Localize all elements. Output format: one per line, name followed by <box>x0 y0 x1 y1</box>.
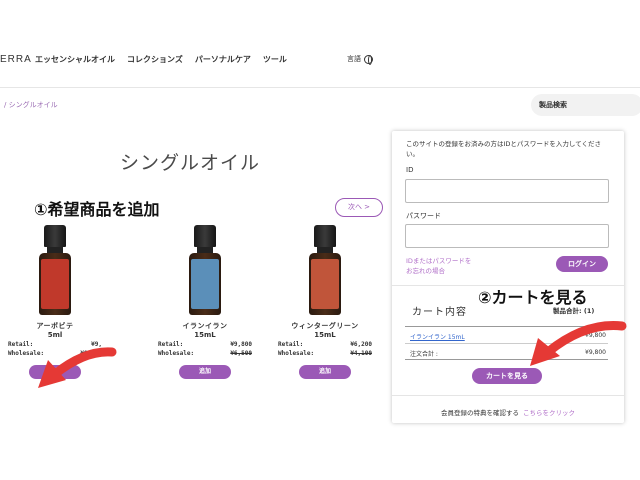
top-navigation-bar: ERRA エッセンシャルオイル コレクションズ パーソナルケア ツール 言語 <box>0 0 640 88</box>
add-to-cart-button[interactable]: 追加 <box>299 365 351 379</box>
product-card: ウィンターグリーン 15mL Retail: ¥6,200 Wholesale:… <box>270 225 380 379</box>
breadcrumb[interactable]: / シングルオイル <box>4 100 58 110</box>
product-name[interactable]: ウィンターグリーン <box>270 321 380 331</box>
login-instruction: このサイトの登録をお済みの方はIDとパスワードを入力してください。 <box>406 140 602 158</box>
next-button[interactable]: 次へ > <box>335 198 383 217</box>
product-image[interactable] <box>187 225 223 317</box>
main-nav: エッセンシャルオイル コレクションズ パーソナルケア ツール <box>35 54 287 65</box>
wholesale-label: Wholesale: <box>158 350 195 357</box>
forgot-line-2: お忘れの場合 <box>406 267 445 275</box>
product-size: 15mL <box>314 331 336 339</box>
id-input[interactable] <box>405 179 609 203</box>
member-benefits-text: 会員登録の特典を確認する <box>441 409 519 417</box>
globe-icon <box>364 54 373 65</box>
password-input[interactable] <box>405 224 609 248</box>
product-card: イランイラン 15mL Retail: ¥9,800 Wholesale: ¥6… <box>150 225 260 379</box>
cart-total-row: 注文合計 : ¥9,800 <box>410 349 606 358</box>
forgot-password-link[interactable]: IDまたはパスワードを お忘れの場合 <box>406 256 471 276</box>
retail-price-row: Retail: ¥9,800 <box>150 341 260 348</box>
product-size: 5ml <box>47 331 63 339</box>
password-label: パスワード <box>406 212 441 220</box>
member-benefits-link[interactable]: こちらをクリック <box>523 409 575 417</box>
add-to-cart-button[interactable]: 追加 <box>179 365 231 379</box>
retail-label: Retail: <box>8 341 34 348</box>
wholesale-price-row: Wholesale: ¥4,100 <box>270 350 380 357</box>
cart-item-link[interactable]: イランイラン 15mL <box>410 332 465 341</box>
product-name[interactable]: イランイラン <box>150 321 260 331</box>
view-cart-button[interactable]: カートを見る <box>472 368 542 384</box>
brand-logo[interactable]: ERRA <box>0 54 32 65</box>
wholesale-label: Wholesale: <box>8 350 45 357</box>
retail-label: Retail: <box>158 341 184 348</box>
cart-total-label: 注文合計 : <box>410 351 438 358</box>
step1-annotation: ①希望商品を追加 <box>34 200 160 219</box>
cart-total-price: ¥9,800 <box>585 349 606 356</box>
page-title: シングルオイル <box>120 152 261 174</box>
cart-item-price: ¥9,800 <box>585 332 606 339</box>
cart-item-row: イランイラン 15mL ¥9,800 <box>410 332 606 341</box>
login-cart-panel: このサイトの登録をお済みの方はIDとパスワードを入力してください。 ID パスワ… <box>392 131 624 423</box>
member-benefits-note: 会員登録の特典を確認する こちらをクリック <box>392 407 624 417</box>
wholesale-price: ¥4,100 <box>350 350 372 357</box>
wholesale-label: Wholesale: <box>278 350 315 357</box>
login-button[interactable]: ログイン <box>556 256 608 272</box>
nav-item-personal-care[interactable]: パーソナルケア <box>195 54 251 65</box>
retail-label: Retail: <box>278 341 304 348</box>
add-to-cart-button[interactable]: 追加 <box>29 365 81 379</box>
product-card: アーボビテ 5ml Retail: ¥9, Wholesale: ¥8,500 … <box>0 225 110 379</box>
product-name[interactable]: アーボビテ <box>0 321 110 331</box>
cart-title: カート内容 <box>412 307 467 318</box>
wholesale-price-row: Wholesale: ¥8,500 <box>0 350 110 357</box>
forgot-line-1: IDまたはパスワードを <box>406 257 472 265</box>
language-label: 言語 <box>347 55 361 63</box>
product-image[interactable] <box>307 225 343 317</box>
wholesale-price: ¥6,500 <box>230 350 252 357</box>
divider <box>405 343 608 344</box>
search-input[interactable]: 製品検索 <box>531 94 640 116</box>
wholesale-price-row: Wholesale: ¥6,500 <box>150 350 260 357</box>
nav-item-tools[interactable]: ツール <box>263 54 287 65</box>
divider <box>392 395 624 396</box>
product-size: 15mL <box>194 331 216 339</box>
product-image[interactable] <box>37 225 73 317</box>
retail-price-row: Retail: ¥9, <box>0 341 110 348</box>
nav-item-collections[interactable]: コレクションズ <box>127 54 183 65</box>
language-selector[interactable]: 言語 <box>347 54 373 65</box>
retail-price: ¥6,200 <box>350 341 372 348</box>
retail-price: ¥9, <box>91 341 102 348</box>
wholesale-price: ¥8,500 <box>80 350 102 357</box>
nav-item-essential-oils[interactable]: エッセンシャルオイル <box>35 54 115 65</box>
divider <box>405 326 608 327</box>
retail-price-row: Retail: ¥6,200 <box>270 341 380 348</box>
divider <box>405 359 608 360</box>
retail-price: ¥9,800 <box>230 341 252 348</box>
id-label: ID <box>406 166 414 174</box>
step2-annotation: ②カートを見る <box>478 288 588 307</box>
